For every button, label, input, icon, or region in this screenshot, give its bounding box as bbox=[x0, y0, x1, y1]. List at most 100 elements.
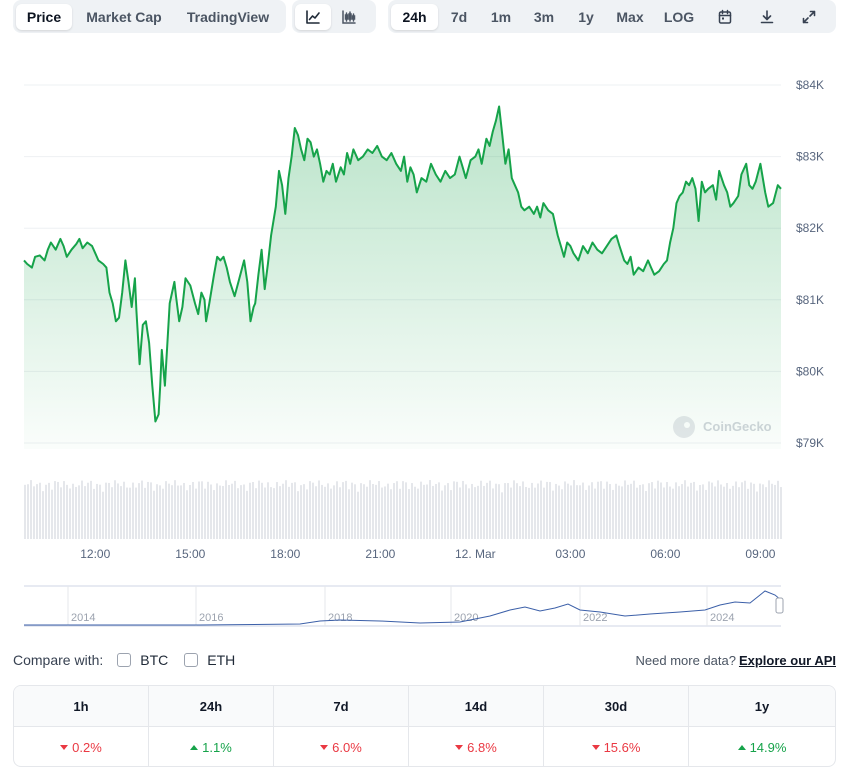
volume-bar bbox=[381, 487, 383, 539]
volume-bar bbox=[591, 482, 593, 539]
volume-bar bbox=[159, 485, 161, 539]
range-log[interactable]: LOG bbox=[654, 4, 704, 30]
volume-bar bbox=[123, 481, 125, 539]
explore-api-link[interactable]: Explore our API bbox=[739, 653, 836, 668]
volume-bar bbox=[189, 485, 191, 539]
volume-bar bbox=[132, 482, 134, 539]
price-area bbox=[24, 106, 781, 449]
value-14d: 6.8% bbox=[409, 727, 544, 766]
volume-bar bbox=[90, 480, 92, 539]
y-tick-label: $83K bbox=[796, 150, 824, 164]
volume-bar bbox=[681, 484, 683, 539]
volume-bar bbox=[717, 480, 719, 539]
change-arrow-icon bbox=[591, 744, 600, 750]
volume-bar bbox=[105, 482, 107, 539]
range-24h[interactable]: 24h bbox=[391, 3, 438, 30]
volume-bar bbox=[543, 487, 545, 539]
navigator-year-label: 2022 bbox=[583, 612, 607, 624]
volume-bar bbox=[600, 481, 602, 539]
volume-bar bbox=[729, 488, 731, 539]
volume-bar bbox=[93, 488, 95, 539]
candlestick-chart-icon[interactable] bbox=[331, 4, 367, 30]
volume-bar bbox=[39, 482, 41, 539]
download-icon[interactable] bbox=[746, 4, 788, 30]
eth-checkbox[interactable] bbox=[184, 653, 199, 667]
volume-bar bbox=[564, 481, 566, 539]
change-arrow-icon bbox=[320, 744, 329, 750]
volume-bar bbox=[369, 480, 371, 539]
header-14d: 14d bbox=[409, 686, 544, 726]
volume-bar bbox=[759, 483, 761, 539]
volume-bar bbox=[765, 487, 767, 539]
price-chart[interactable]: $79K$80K$81K$82K$83K$84K CoinGecko 12:00… bbox=[0, 40, 863, 640]
volume-bar bbox=[501, 492, 503, 539]
volume-bar bbox=[771, 483, 773, 539]
volume-bar bbox=[60, 487, 62, 539]
volume-bar bbox=[420, 481, 422, 539]
expand-icon[interactable] bbox=[788, 4, 830, 30]
volume-bar bbox=[339, 487, 341, 539]
range-1y[interactable]: 1y bbox=[566, 4, 606, 30]
calendar-icon[interactable] bbox=[704, 4, 746, 30]
compare-btc[interactable]: BTC bbox=[117, 652, 168, 668]
header-1h: 1h bbox=[14, 686, 149, 726]
volume-bar bbox=[399, 488, 401, 539]
volume-bar bbox=[33, 486, 35, 539]
volume-bar bbox=[393, 483, 395, 539]
volume-bar bbox=[504, 483, 506, 539]
btc-checkbox[interactable] bbox=[117, 653, 132, 667]
value-24h: 1.1% bbox=[149, 727, 274, 766]
volume-bar bbox=[708, 481, 710, 539]
volume-bar bbox=[615, 483, 617, 539]
x-tick-label: 12:00 bbox=[80, 547, 110, 561]
volume-bar bbox=[264, 487, 266, 539]
volume-bar bbox=[507, 483, 509, 539]
range-1m[interactable]: 1m bbox=[480, 4, 522, 30]
volume-bar bbox=[309, 481, 311, 539]
navigator-year-label: 2016 bbox=[199, 612, 223, 624]
y-tick-label: $80K bbox=[796, 364, 824, 378]
volume-bar bbox=[111, 487, 113, 539]
volume-bar bbox=[594, 488, 596, 539]
volume-bar bbox=[672, 488, 674, 539]
volume-bar bbox=[495, 483, 497, 539]
volume-bar bbox=[378, 481, 380, 539]
volume-bar bbox=[654, 488, 656, 539]
tab-tradingview[interactable]: TradingView bbox=[176, 4, 280, 30]
volume-bar bbox=[621, 486, 623, 539]
performance-value-row: 0.2% 1.1% 6.0% 6.8% 15.6% 14.9% bbox=[14, 727, 835, 766]
volume-bar bbox=[345, 480, 347, 539]
line-chart-icon[interactable] bbox=[295, 3, 331, 30]
volume-bar bbox=[228, 484, 230, 539]
volume-bar bbox=[696, 490, 698, 539]
tab-market-cap[interactable]: Market Cap bbox=[72, 4, 176, 30]
range-7d[interactable]: 7d bbox=[438, 4, 480, 30]
range-3m[interactable]: 3m bbox=[522, 4, 566, 30]
volume-bar bbox=[447, 483, 449, 539]
volume-bar bbox=[207, 481, 209, 539]
volume-bar bbox=[210, 484, 212, 539]
volume-bar bbox=[453, 481, 455, 539]
y-tick-label: $81K bbox=[796, 293, 824, 307]
range-navigator[interactable]: 2014 2016 2018 2020 2022 2024 bbox=[24, 585, 784, 627]
volume-bar bbox=[126, 487, 128, 539]
chart-type-group bbox=[292, 0, 376, 33]
volume-bar bbox=[141, 480, 143, 539]
volume-bar bbox=[444, 485, 446, 539]
volume-bar bbox=[549, 482, 551, 539]
volume-bar bbox=[246, 490, 248, 539]
volume-bar bbox=[747, 488, 749, 539]
value-24h-text: 1.1% bbox=[202, 739, 232, 755]
volume-bar bbox=[411, 483, 413, 539]
volume-bar bbox=[312, 482, 314, 539]
volume-bar bbox=[243, 484, 245, 539]
volume-bar bbox=[342, 482, 344, 539]
range-max[interactable]: Max bbox=[606, 4, 654, 30]
x-axis: 12:00 15:00 18:00 21:00 12. Mar 03:00 06:00 09:… bbox=[80, 547, 776, 561]
volume-bar bbox=[297, 491, 299, 539]
volume-bar bbox=[282, 483, 284, 539]
volume-bar bbox=[327, 483, 329, 539]
tab-price[interactable]: Price bbox=[16, 3, 72, 30]
volume-bar bbox=[456, 481, 458, 539]
compare-eth[interactable]: ETH bbox=[184, 652, 235, 668]
